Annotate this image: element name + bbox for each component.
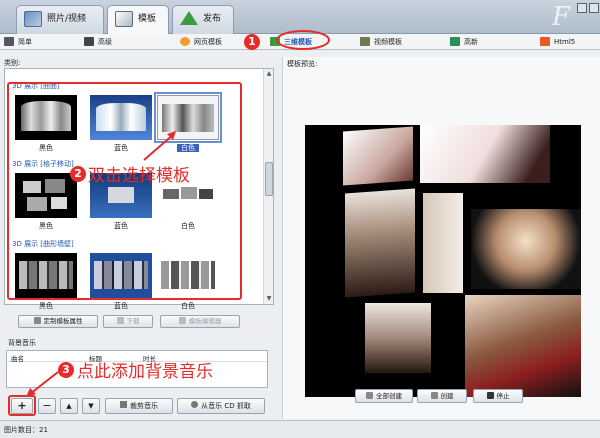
stop-button[interactable]: 停止 bbox=[473, 389, 523, 403]
list-icon bbox=[4, 37, 14, 46]
top-tab-bar: 照片/视频 模板 发布 F bbox=[0, 0, 600, 35]
move-up-button[interactable]: ▲ bbox=[60, 398, 78, 414]
camera-icon bbox=[84, 37, 94, 46]
template-preview bbox=[305, 125, 581, 397]
rip-cd-button[interactable]: 从音乐 CD 抓取 bbox=[177, 398, 265, 414]
cd-icon bbox=[191, 401, 199, 408]
tab-label: 模板 bbox=[138, 14, 157, 24]
3d-template-icon bbox=[270, 37, 280, 46]
section-title: 3D 展示 [格子移动] bbox=[12, 160, 74, 168]
add-music-button[interactable]: + bbox=[11, 398, 33, 414]
publish-icon bbox=[180, 11, 198, 25]
photo-video-icon bbox=[24, 11, 42, 27]
template-list: 3D 展示 [曲面] 黑色 蓝色 白色 3D 展示 [格子移动] 黑色 蓝色 白… bbox=[4, 68, 274, 310]
annotation-text-3: 点此添加背景音乐 bbox=[77, 362, 213, 382]
template-thumb-wall-white[interactable]: 白色 bbox=[157, 253, 221, 313]
annotation-arrow-3 bbox=[26, 371, 59, 397]
app-logo: F bbox=[552, 2, 571, 32]
section-title: 3D 展示 [曲面] bbox=[12, 82, 60, 90]
toolbar-item-advanced[interactable]: 高级 bbox=[84, 36, 112, 48]
photo-count-text: 图片数目：21 bbox=[4, 426, 48, 434]
template-thumb-wall-blue[interactable]: 蓝色 bbox=[90, 253, 154, 313]
template-editor-button[interactable]: 模板编辑器 bbox=[160, 315, 240, 328]
template-thumb-wall-black[interactable]: 黑色 bbox=[15, 253, 79, 313]
preview-panel: 模板预览: 全部创建 创建 停止 bbox=[282, 57, 600, 419]
template-toolbar: 简单 高级 网页模板 三维模板 视频模板 高新 Html5 bbox=[0, 34, 600, 50]
annotation-arrow-2 bbox=[143, 131, 176, 161]
toolbar-item-simple[interactable]: 简单 bbox=[4, 36, 32, 48]
template-list-scrollbar[interactable]: ▲ ▼ bbox=[263, 69, 273, 304]
toolbar-item-video-template[interactable]: 视频模板 bbox=[360, 36, 402, 48]
preview-photo bbox=[343, 126, 413, 186]
category-label: 类别: bbox=[4, 59, 21, 67]
preview-photo bbox=[471, 209, 581, 289]
download-button[interactable]: 下载 bbox=[103, 315, 153, 328]
annotation-text-2: 双击选择模板 bbox=[88, 166, 190, 186]
toolbar-item-web-template[interactable]: 网页模板 bbox=[180, 36, 222, 48]
music-label: 背景音乐 bbox=[8, 339, 36, 347]
create-all-icon bbox=[366, 392, 373, 399]
annotation-number-1: 1 bbox=[244, 34, 260, 50]
scroll-down-icon[interactable]: ▼ bbox=[265, 295, 273, 303]
preview-photo bbox=[465, 295, 581, 397]
create-all-button[interactable]: 全部创建 bbox=[355, 389, 413, 403]
preview-photo bbox=[345, 188, 415, 298]
create-button[interactable]: 创建 bbox=[417, 389, 467, 403]
template-thumb-curved-black[interactable]: 黑色 bbox=[15, 95, 79, 155]
scissors-icon bbox=[120, 401, 127, 408]
template-thumb-grid-black[interactable]: 黑色 bbox=[15, 173, 79, 233]
status-bar: 图片数目：21 bbox=[0, 420, 600, 438]
gear-icon bbox=[33, 317, 41, 324]
customize-template-button[interactable]: 定制模板属性 bbox=[18, 315, 98, 328]
preview-label: 模板预览: bbox=[287, 60, 318, 68]
scroll-up-icon[interactable]: ▲ bbox=[265, 70, 273, 78]
section-title: 3D 展示 [曲形墙壁] bbox=[12, 240, 74, 248]
move-down-button[interactable]: ▼ bbox=[82, 398, 100, 414]
html5-icon bbox=[540, 37, 550, 46]
preview-photo bbox=[420, 125, 550, 183]
trim-music-button[interactable]: 裁剪音乐 bbox=[105, 398, 173, 414]
tab-label: 照片/视频 bbox=[47, 14, 87, 24]
edit-icon bbox=[178, 317, 186, 324]
toolbar-item-3d-template[interactable]: 三维模板 bbox=[270, 36, 312, 48]
remove-music-button[interactable]: − bbox=[38, 398, 56, 414]
template-icon bbox=[115, 11, 133, 27]
stop-icon bbox=[486, 392, 494, 399]
toolbar-item-html5[interactable]: Html5 bbox=[540, 36, 575, 48]
create-icon bbox=[430, 392, 438, 399]
preview-photo bbox=[423, 193, 463, 293]
tab-publish[interactable]: 发布 bbox=[172, 5, 234, 34]
scroll-thumb[interactable] bbox=[265, 162, 273, 196]
globe-icon bbox=[180, 37, 190, 46]
picture-icon bbox=[450, 37, 460, 46]
tab-template[interactable]: 模板 bbox=[107, 5, 169, 35]
toolbar-item-hightech[interactable]: 高新 bbox=[450, 36, 478, 48]
preview-photo bbox=[365, 303, 431, 373]
tab-label: 发布 bbox=[203, 14, 222, 24]
tab-photo-video[interactable]: 照片/视频 bbox=[16, 5, 104, 34]
download-icon bbox=[116, 317, 124, 324]
film-icon bbox=[360, 37, 370, 46]
annotation-number-2: 2 bbox=[70, 166, 86, 182]
